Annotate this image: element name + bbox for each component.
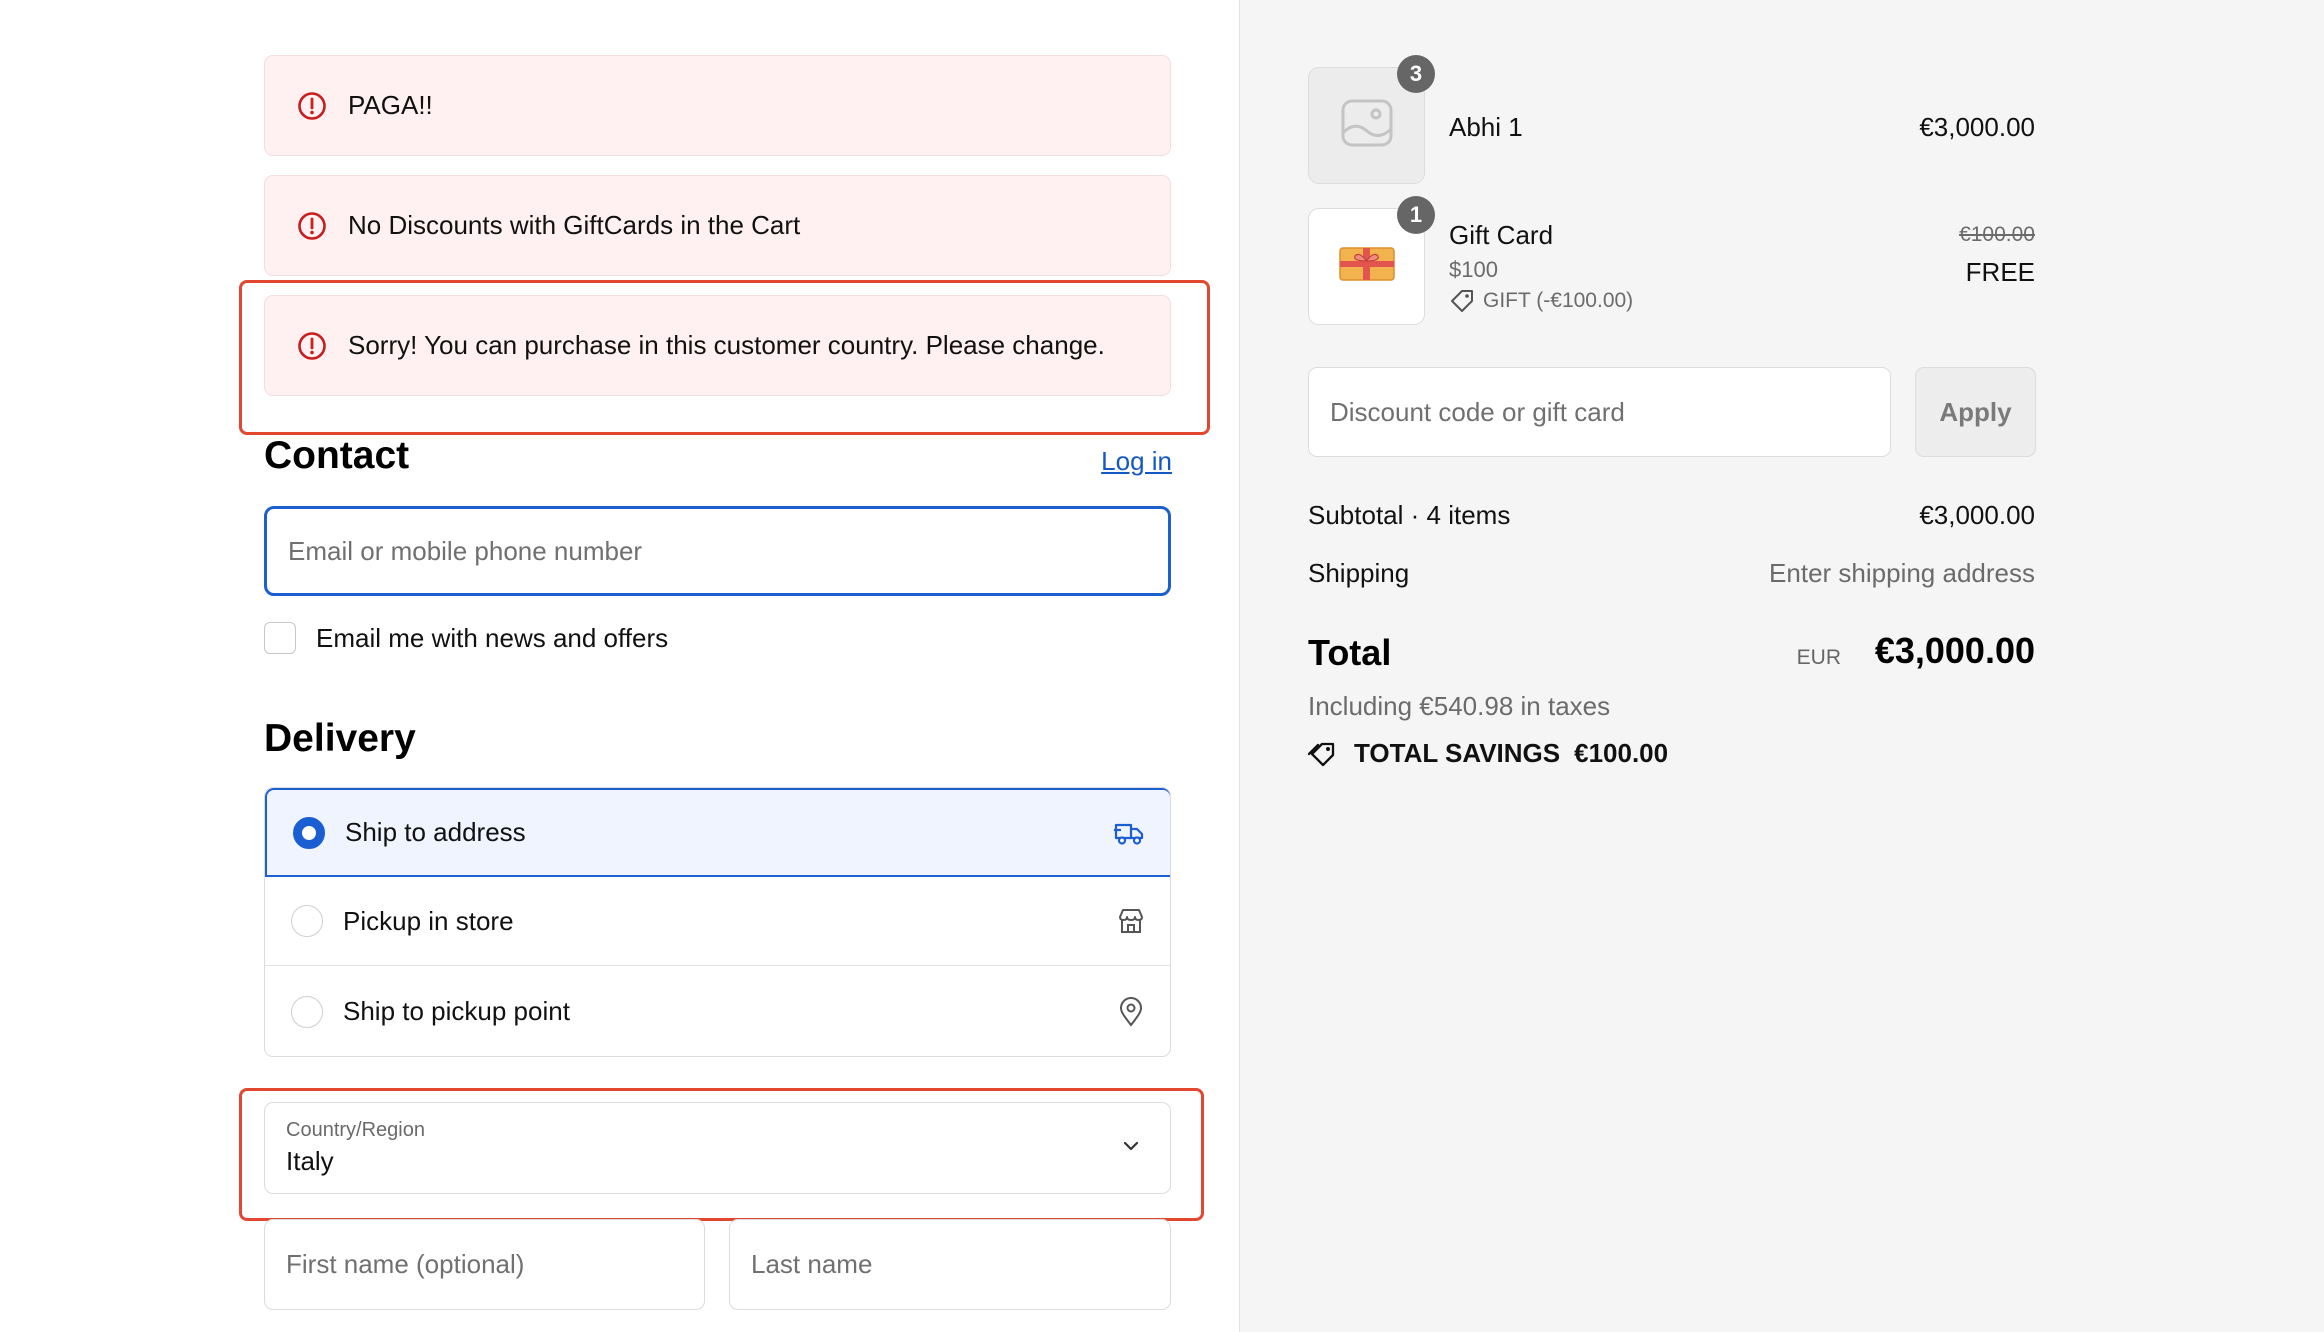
delivery-option-label: Ship to pickup point: [343, 996, 570, 1026]
savings-value: €100.00: [1574, 738, 1669, 768]
item-price: €3,000.00: [1919, 112, 2035, 142]
first-name-field[interactable]: First name (optional): [264, 1219, 705, 1310]
newsletter-option[interactable]: Email me with news and offers: [264, 622, 668, 654]
last-name-placeholder: Last name: [751, 1249, 873, 1279]
subtotal-value: €3,000.00: [1919, 500, 2035, 530]
alert-no-discounts: No Discounts with GiftCards in the Cart: [264, 175, 1171, 276]
savings-label: TOTAL SAVINGS: [1354, 738, 1561, 768]
discount-label: GIFT (-€100.00): [1483, 289, 1634, 312]
chevron-down-icon: [1120, 1135, 1142, 1162]
shipping-label: Shipping: [1308, 558, 1410, 588]
map-pin-icon: [1114, 995, 1148, 1029]
alert-text: Sorry! You can purchase in this customer…: [348, 330, 1105, 360]
item-name: Abhi 1: [1449, 112, 1523, 142]
alert-text: PAGA!!: [348, 90, 433, 120]
radio-unselected[interactable]: [291, 905, 323, 937]
truck-icon: [1112, 816, 1146, 850]
apply-button[interactable]: Apply: [1915, 367, 2036, 457]
country-label: Country/Region: [286, 1119, 425, 1141]
delivery-option-ship[interactable]: Ship to address: [265, 788, 1170, 877]
tag-icon: [1308, 740, 1338, 768]
total-label: Total: [1308, 632, 1392, 673]
last-name-field[interactable]: Last name: [729, 1219, 1171, 1310]
error-icon: [297, 211, 327, 241]
email-placeholder: Email or mobile phone number: [288, 535, 643, 566]
item-discount: GIFT (-€100.00): [1449, 288, 1633, 314]
delivery-heading: Delivery: [264, 717, 416, 760]
email-field[interactable]: Email or mobile phone number: [264, 506, 1171, 596]
quantity-badge: 1: [1397, 196, 1435, 234]
delivery-option-label: Ship to address: [345, 817, 526, 847]
delivery-option-pickup-store[interactable]: Pickup in store: [265, 877, 1170, 966]
delivery-options: Ship to address Pickup in store Ship to …: [264, 787, 1171, 1057]
alert-paga: PAGA!!: [264, 55, 1171, 156]
store-icon: [1114, 904, 1148, 938]
error-icon: [297, 91, 327, 121]
radio-selected[interactable]: [293, 816, 325, 849]
country-select[interactable]: Country/Region Italy: [264, 1102, 1171, 1194]
total-value: €3,000.00: [1874, 630, 2035, 671]
gift-card-icon: [1338, 245, 1395, 288]
radio-unselected[interactable]: [291, 995, 323, 1028]
discount-placeholder: Discount code or gift card: [1330, 396, 1625, 427]
alert-country: Sorry! You can purchase in this customer…: [264, 295, 1171, 396]
item-name: Gift Card: [1449, 220, 1554, 250]
image-placeholder-icon: [1341, 99, 1393, 152]
order-summary-panel: [1239, 0, 2324, 1332]
newsletter-label: Email me with news and offers: [316, 622, 669, 653]
subtotal-label: Subtotal · 4 items: [1308, 500, 1511, 530]
item-variant: $100: [1449, 257, 1498, 282]
original-price: €100.00: [1959, 223, 2035, 246]
item-price: FREE: [1965, 257, 2035, 287]
discount-code-input[interactable]: Discount code or gift card: [1308, 367, 1891, 457]
country-value: Italy: [286, 1146, 334, 1176]
delivery-option-pickup-point[interactable]: Ship to pickup point: [265, 967, 1170, 1056]
taxes-note: Including €540.98 in taxes: [1308, 691, 1611, 721]
total-savings: TOTAL SAVINGS €100.00: [1308, 738, 1668, 769]
newsletter-checkbox[interactable]: [264, 622, 296, 654]
total-currency: EUR: [1796, 646, 1841, 669]
login-link[interactable]: Log in: [1100, 446, 1172, 477]
shipping-value: Enter shipping address: [1769, 558, 2035, 588]
alert-text: No Discounts with GiftCards in the Cart: [348, 210, 801, 240]
first-name-placeholder: First name (optional): [286, 1249, 525, 1279]
contact-heading: Contact: [264, 434, 410, 477]
quantity-badge: 3: [1397, 55, 1435, 93]
tag-icon: [1449, 288, 1475, 314]
error-icon: [297, 331, 327, 361]
delivery-option-label: Pickup in store: [343, 905, 514, 936]
